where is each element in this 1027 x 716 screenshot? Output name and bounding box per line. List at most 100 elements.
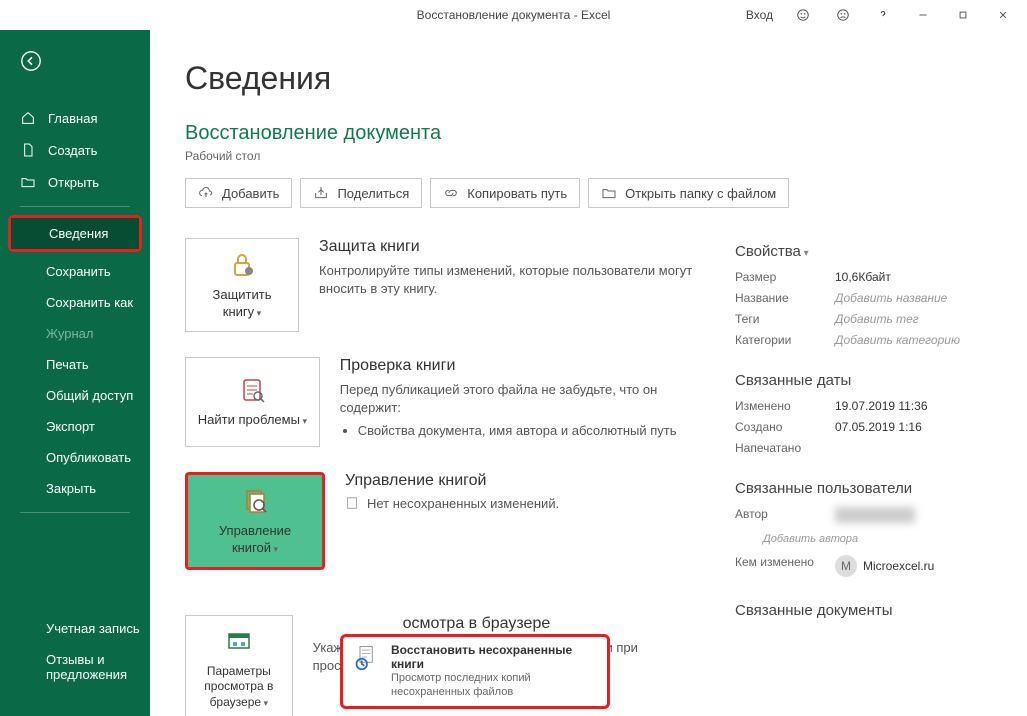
titlebar: Восстановление документа - Excel Вход [0,0,1027,30]
selection-highlight: Сведения [8,215,142,252]
sidebar-item-label: Журнал [46,326,93,341]
check-issues-button[interactable]: Найти проблемы [185,357,320,447]
minimize-button[interactable] [903,0,943,30]
button-label: Защитить книгу [196,287,288,321]
add-author-link[interactable]: Добавить автора [763,533,1007,545]
prop-label: Категории [735,333,835,347]
sidebar: Главная Создать Открыть Сведения Сохрани… [0,30,150,716]
button-label: Параметры просмотра в браузере [196,664,282,711]
button-label: Открыть папку с файлом [625,186,776,201]
button-label: Поделиться [337,186,409,201]
protect-workbook-button[interactable]: Защитить книгу [185,238,299,332]
docs-heading: Связанные документы [735,602,1007,619]
sidebar-item-label: Сохранить как [46,295,133,310]
prop-label: Кем изменено [735,555,835,577]
share-button[interactable]: Поделиться [300,178,422,208]
doc-icon [345,496,359,510]
users-heading: Связанные пользователи [735,480,1007,497]
inspect-section: Найти проблемы Проверка книги Перед публ… [185,357,705,447]
close-button[interactable] [983,0,1023,30]
manage-note: Нет несохраненных изменений. [367,496,559,511]
sidebar-item-new[interactable]: Создать [0,134,150,166]
button-label: Найти проблемы [198,412,307,429]
sidebar-item-share[interactable]: Общий доступ [0,380,150,411]
link-icon [443,185,459,201]
login-link[interactable]: Вход [736,8,783,22]
properties-panel: Свойства Размер10,6Кбайт НазваниеДобавит… [735,238,1007,716]
prop-label: Автор [735,507,835,526]
doc-path: Рабочий стол [185,149,1007,163]
recover-icon [353,643,381,671]
action-bar: Добавить Поделиться Копировать путь Откр… [185,178,1007,208]
section-desc: Контролируйте типы изменений, которые по… [319,262,705,298]
dates-heading: Связанные даты [735,372,1007,389]
new-icon [20,142,36,158]
titlebar-right: Вход [736,0,1027,30]
sidebar-item-home[interactable]: Главная [0,102,150,134]
sidebar-item-label: Открыть [48,175,99,190]
open-icon [20,174,36,190]
prop-value: 19.07.2019 11:36 [835,399,928,413]
properties-heading[interactable]: Свойства [735,243,1007,260]
prop-label: Изменено [735,399,835,413]
browser-icon [223,626,255,658]
sidebar-item-feedback[interactable]: Отзывы и предложения [0,644,150,690]
sidebar-item-print[interactable]: Печать [0,349,150,380]
prop-value[interactable]: Добавить название [835,291,947,305]
maximize-button[interactable] [943,0,983,30]
upload-button[interactable]: Добавить [185,178,292,208]
inspect-item: Свойства документа, имя автора и абсолют… [358,423,705,438]
sidebar-item-label: Главная [48,111,97,126]
manage-section: Управление книгой Управление книгой Нет … [185,472,705,570]
window-title: Восстановление документа - Excel [417,8,611,22]
sidebar-item-label: Сведения [49,226,108,241]
sidebar-item-info[interactable]: Сведения [11,218,139,249]
section-title: Защита книги [319,238,705,256]
share-icon [313,185,329,201]
inspect-icon [236,374,268,406]
sidebar-item-publish[interactable]: Опубликовать [0,442,150,473]
prop-value: 10,6Кбайт [835,270,891,284]
doc-title: Восстановление документа [185,122,1007,145]
section-title: осмотра в браузере [313,615,705,633]
sidebar-item-label: Закрыть [46,481,96,496]
sidebar-item-label: Сохранить [46,264,111,279]
copy-path-button[interactable]: Копировать путь [430,178,580,208]
prop-value[interactable]: Добавить категорию [835,333,960,347]
back-button[interactable] [20,50,150,77]
manage-workbook-button[interactable]: Управление книгой [185,472,325,570]
cloud-upload-icon [198,185,214,201]
sidebar-item-history: Журнал [0,318,150,349]
sidebar-item-export[interactable]: Экспорт [0,411,150,442]
sidebar-item-close[interactable]: Закрыть [0,473,150,504]
sidebar-item-label: Печать [46,357,89,372]
sidebar-item-label: Учетная запись [46,621,140,636]
prop-label: Теги [735,312,835,326]
frown-icon[interactable] [823,0,863,30]
lock-icon [226,249,258,281]
main: Сведения Восстановление документа Рабочи… [150,30,1027,716]
folder-icon [601,185,617,201]
smile-icon[interactable] [783,0,823,30]
prop-label: Напечатано [735,441,835,455]
sidebar-item-label: Опубликовать [46,450,131,465]
button-label: Добавить [222,186,279,201]
prop-value: 07.05.2019 1:16 [835,420,922,434]
prop-label: Создано [735,420,835,434]
sidebar-item-account[interactable]: Учетная запись [0,613,150,644]
prop-label: Размер [735,270,835,284]
browser-options-button[interactable]: Параметры просмотра в браузере [185,615,293,716]
open-folder-button[interactable]: Открыть папку с файлом [588,178,789,208]
home-icon [20,110,36,126]
section-desc: Перед публикацией этого файла не забудьт… [340,381,705,417]
sidebar-item-saveas[interactable]: Сохранить как [0,287,150,318]
sidebar-item-save[interactable]: Сохранить [0,256,150,287]
prop-value[interactable]: Добавить тег [835,312,919,326]
popup-title: Восстановить несохраненные книги [391,643,597,671]
prop-value [835,507,915,526]
help-icon[interactable] [863,0,903,30]
sidebar-item-open[interactable]: Открыть [0,166,150,198]
button-label: Копировать путь [467,186,567,201]
recover-unsaved-popup[interactable]: Восстановить несохраненные книги Просмот… [340,634,610,709]
sidebar-item-label: Общий доступ [46,388,133,403]
